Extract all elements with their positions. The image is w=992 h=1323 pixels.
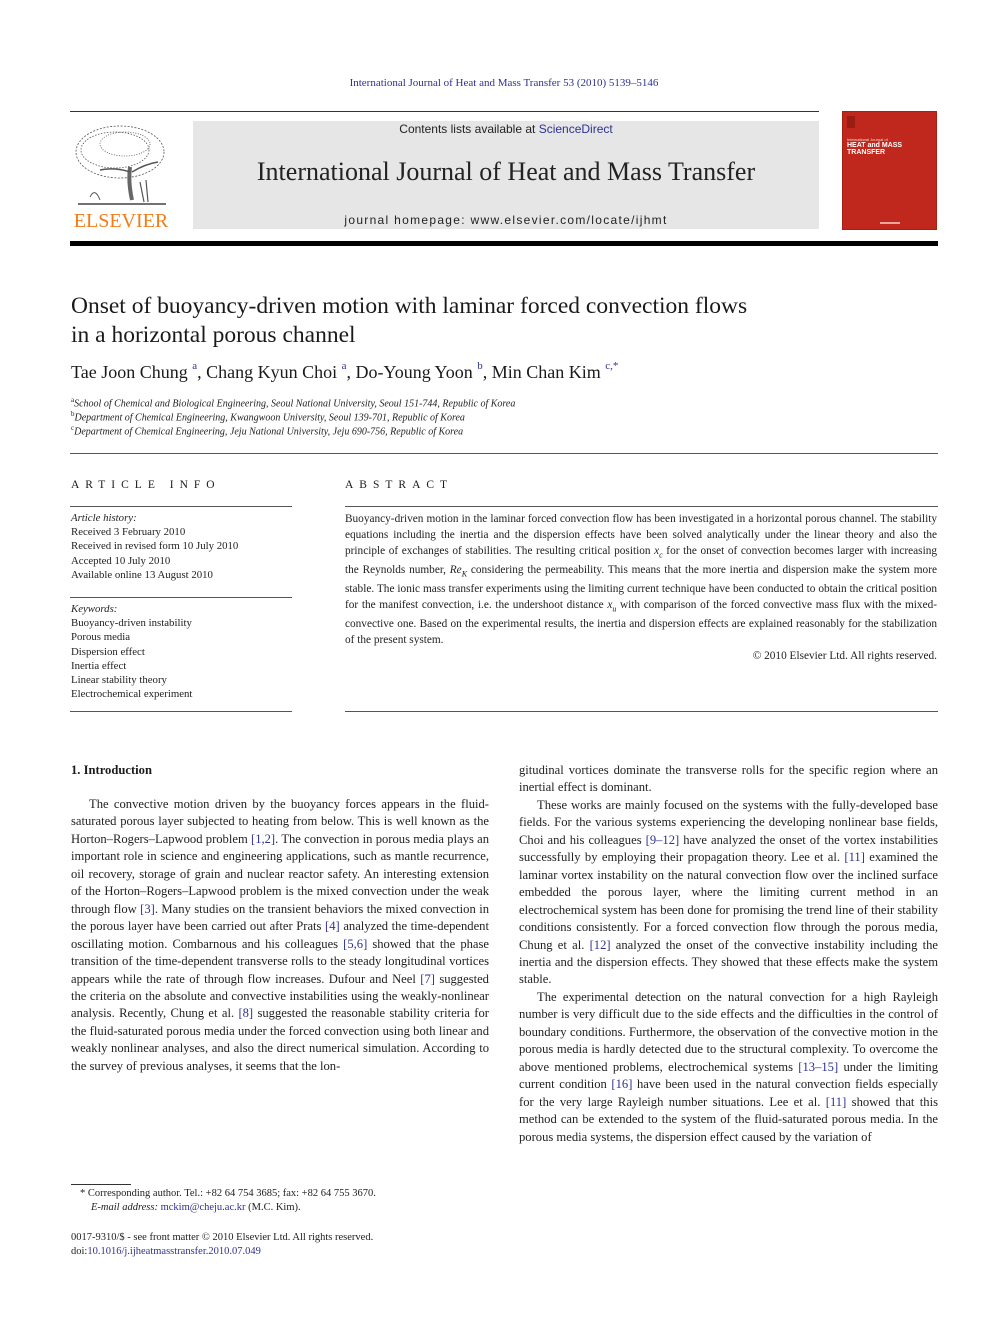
article-title-line1: Onset of buoyancy-driven motion with lam…	[71, 293, 748, 319]
corresponding-author-footnote: * Corresponding author. Tel.: +82 64 754…	[80, 1187, 500, 1215]
cover-title-line2: TRANSFER	[847, 149, 886, 156]
introduction-heading: 1. Introduction	[71, 763, 152, 777]
article-title: Onset of buoyancy-driven motion with lam…	[71, 292, 851, 350]
header-bottom-rule	[70, 241, 938, 246]
author[interactable]: Chang Kyun Choi a	[206, 360, 347, 382]
reference-link[interactable]: [4]	[325, 919, 340, 933]
journal-title: International Journal of Heat and Mass T…	[256, 157, 756, 186]
author-affiliation-mark[interactable]: b	[477, 360, 483, 372]
footnote-rule	[71, 1184, 131, 1185]
keyword: Buoyancy-driven instability	[71, 617, 192, 630]
abstract-body: Buoyancy-driven motion in the laminar fo…	[345, 512, 937, 665]
author[interactable]: Do-Young Yoon b	[356, 360, 483, 382]
reference-link[interactable]: [12]	[590, 938, 611, 952]
history-item: Received 3 February 2010	[71, 526, 186, 539]
affiliation: cDepartment of Chemical Engineering, Jej…	[71, 424, 464, 438]
reference-link[interactable]: [13–15]	[798, 1060, 838, 1074]
reference-link[interactable]: [8]	[238, 1006, 253, 1020]
history-item: Available online 13 August 2010	[71, 568, 213, 581]
header-top-rule	[70, 111, 819, 112]
intro-paragraph-1: The convective motion driven by the buoy…	[71, 796, 489, 1075]
body-text: examined the laminar vortex instability …	[519, 850, 938, 952]
author[interactable]: Min Chan Kim c,*	[492, 360, 619, 382]
abstract-rule	[345, 506, 938, 507]
cover-title-line1: HEAT and MASS	[847, 142, 903, 149]
keyword: Linear stability theory	[71, 674, 167, 687]
corresponding-author-contact: * Corresponding author. Tel.: +82 64 754…	[80, 1188, 376, 1199]
reference-link[interactable]: [11]	[826, 1095, 847, 1109]
keywords-list: Keywords: Buoyancy-driven instability Po…	[71, 602, 296, 701]
issn-line: 0017-9310/$ - see front matter © 2010 El…	[71, 1232, 374, 1243]
elsevier-wordmark: ELSEVIER	[73, 210, 169, 232]
affiliation: aSchool of Chemical and Biological Engin…	[71, 396, 516, 410]
author[interactable]: Tae Joon Chung a	[71, 360, 197, 382]
article-info-heading: ARTICLE INFO	[71, 479, 221, 491]
keyword: Porous media	[71, 631, 131, 644]
reference-link[interactable]: [11]	[844, 850, 865, 864]
contents-prefix: Contents lists available at	[399, 122, 539, 136]
keyword: Electrochemical experiment	[71, 688, 193, 701]
reference-link[interactable]: [3]	[140, 902, 155, 916]
reference-link[interactable]: [7]	[420, 972, 435, 986]
keyword: Inertia effect	[71, 659, 127, 672]
reference-link[interactable]: [1,2]	[251, 832, 275, 846]
front-matter-info: 0017-9310/$ - see front matter © 2010 El…	[71, 1231, 511, 1259]
abstract-bottom-rule	[345, 711, 938, 712]
article-info-rule	[70, 506, 292, 507]
keyword: Dispersion effect	[71, 645, 145, 658]
reference-link[interactable]: [9–12]	[646, 833, 680, 847]
abstract-copyright: © 2010 Elsevier Ltd. All rights reserved…	[752, 650, 937, 662]
history-label: Article history:	[71, 512, 137, 524]
affiliation: bDepartment of Chemical Engineering, Kwa…	[71, 410, 465, 424]
cover-footer-mark	[880, 222, 900, 224]
email-link[interactable]: mckim@cheju.ac.kr	[161, 1202, 246, 1213]
affiliation-divider	[70, 453, 938, 454]
author-affiliation-mark[interactable]: c,*	[605, 360, 618, 372]
tree-icon	[75, 125, 166, 205]
article-history: Article history: Received 3 February 201…	[71, 511, 296, 582]
reference-link[interactable]: [5,6]	[343, 937, 367, 951]
journal-cover-thumbnail[interactable]: International Journal of HEAT and MASS T…	[842, 111, 937, 230]
keywords-rule	[70, 597, 292, 598]
intro-paragraph-continued: gitudinal vortices dominate the transver…	[519, 763, 938, 795]
history-item: Accepted 10 July 2010	[71, 554, 171, 567]
intro-paragraph-2: These works are mainly focused on the sy…	[519, 797, 938, 989]
journal-citation[interactable]: International Journal of Heat and Mass T…	[0, 77, 992, 89]
article-info-bottom-rule	[70, 711, 292, 712]
homepage-link[interactable]: www.elsevier.com/locate/ijhmt	[471, 213, 668, 227]
email-line: E-mail address: mckim@cheju.ac.kr (M.C. …	[91, 1202, 301, 1213]
doi-line: doi:10.1016/j.ijheatmasstransfer.2010.07…	[71, 1246, 261, 1257]
keywords-label: Keywords:	[71, 603, 118, 615]
doi-link[interactable]: 10.1016/j.ijheatmasstransfer.2010.07.049	[87, 1246, 261, 1257]
author-affiliation-mark[interactable]: a	[192, 360, 197, 372]
author-list: Tae Joon Chung a, Chang Kyun Choi a, Do-…	[71, 360, 619, 382]
intro-left-column: The convective motion driven by the buoy…	[71, 796, 489, 1075]
abstract-heading: ABSTRACT	[345, 479, 454, 491]
intro-paragraph-3: The experimental detection on the natura…	[519, 989, 938, 1146]
contents-availability: Contents lists available at ScienceDirec…	[193, 122, 819, 136]
article-title-line2: in a horizontal porous channel	[71, 322, 356, 348]
cover-logo-block	[847, 116, 855, 128]
sciencedirect-link[interactable]: ScienceDirect	[539, 122, 613, 136]
homepage-prefix: journal homepage:	[344, 213, 471, 227]
reference-link[interactable]: [16]	[611, 1077, 632, 1091]
cover-title: HEAT and MASS TRANSFER	[847, 142, 902, 156]
journal-homepage: journal homepage: www.elsevier.com/locat…	[193, 213, 819, 227]
history-item: Received in revised form 10 July 2010	[71, 540, 239, 553]
abstract-paragraph: Buoyancy-driven motion in the laminar fo…	[345, 513, 937, 647]
intro-right-column: gitudinal vortices dominate the transver…	[519, 762, 938, 1146]
author-affiliation-mark[interactable]: a	[342, 360, 347, 372]
